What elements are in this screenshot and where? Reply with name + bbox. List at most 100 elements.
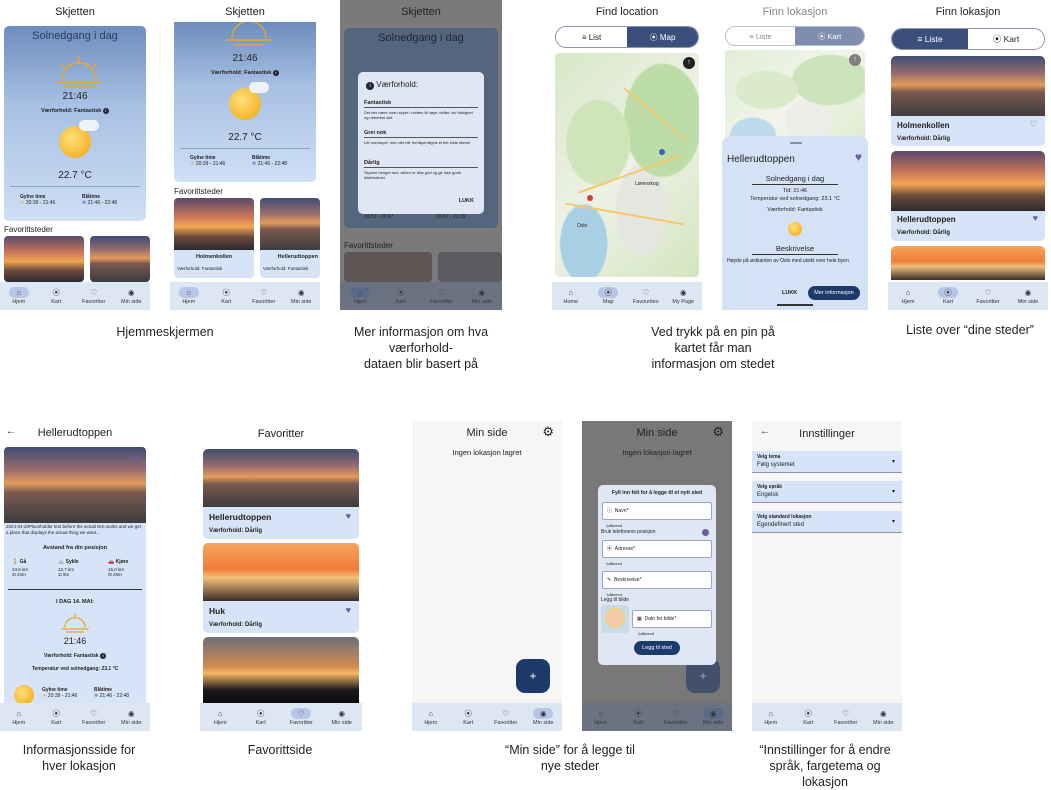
nav-item-favorites[interactable]: ♡ Favoritter (488, 708, 524, 726)
nav-item-favorites[interactable]: ♡ Favoritter (283, 708, 319, 726)
nav-item-mypage[interactable]: ◉ Min side (525, 708, 561, 726)
location-description: 2024-04-20Placeholder text before the ac… (6, 524, 141, 535)
map-view[interactable]: Lørenskog Oslo ↑ (555, 53, 699, 277)
nav-item-mypage[interactable]: ◉ Min side (324, 708, 360, 726)
favorite-item[interactable] (203, 637, 359, 703)
nav-item-favorites[interactable]: ♡ Favoritter (828, 708, 864, 726)
theme-select[interactable]: Velg tema Følg systemet ▾ (752, 451, 902, 473)
drag-handle[interactable] (790, 142, 802, 144)
favorite-card[interactable] (90, 236, 150, 282)
nav-item-home[interactable]: ⌂ Hjem (202, 708, 238, 726)
submit-button[interactable]: Legg til sted (634, 641, 680, 655)
add-location-fab[interactable]: + (516, 659, 550, 693)
favorite-heart-icon[interactable]: ♥ (133, 451, 140, 465)
favorite-heart-icon[interactable]: ♥ (855, 150, 862, 164)
compass-icon[interactable]: ↑ (683, 57, 695, 69)
tab-map[interactable]: ⦿ Kart (968, 29, 1044, 49)
nav-item-home[interactable]: ⌂ Hjem (890, 287, 926, 305)
tab-list[interactable]: ≡ List (556, 27, 627, 47)
info-icon[interactable]: i (102, 108, 109, 114)
nav-item-map[interactable]: ⦿ Kart (383, 287, 419, 305)
nav-item-home[interactable]: ⌂ Hjem (171, 287, 207, 305)
favorite-card[interactable] (4, 236, 84, 282)
gear-icon[interactable]: ⚙ (542, 424, 554, 440)
info-icon[interactable]: i (272, 70, 279, 76)
nav-item-favorites[interactable]: ♡ Favourites (628, 287, 664, 305)
nav-item-home[interactable]: ⌂ Hjem (1, 287, 37, 305)
close-button[interactable]: LUKK (782, 290, 797, 296)
gear-icon[interactable]: ⚙ (712, 424, 724, 440)
description-field[interactable]: ✎ Beskrivelse* (602, 571, 712, 589)
favorite-card[interactable]: Hellerudtoppen Værforhold: Fantastisk (260, 198, 320, 278)
map-view[interactable]: ↑ (725, 50, 865, 150)
nav-item-mypage[interactable]: ◉ Min side (865, 708, 901, 726)
nav-item-mypage[interactable]: ◉ Min side (695, 708, 731, 726)
nav-item-map[interactable]: ⦿ Kart (208, 287, 244, 305)
nav-item-home[interactable]: ⌂ Hjem (413, 708, 449, 726)
golden-hour: Gylne time ☀ 20:39 - 21:46 (190, 155, 226, 167)
close-button[interactable]: LUKK (459, 198, 474, 204)
nav-item-favorites[interactable]: ♡ Favoritter (246, 287, 282, 305)
sunset-card[interactable]: 21:46 Værforhold: Fantastisk i 22.7 °C G… (174, 22, 316, 182)
nav-item-home[interactable]: ⌂ Hjem (583, 708, 619, 726)
name-field[interactable]: ⓘ Navn* (602, 502, 712, 520)
use-phone-position[interactable]: Bruk telefonens posisjon (601, 529, 713, 536)
toggle-dot (702, 529, 709, 536)
nav-item-favorites[interactable]: ♡ Favoritter (970, 287, 1006, 305)
tab-list[interactable]: ≡ Liste (892, 29, 968, 49)
home-icon: ⌂ (568, 288, 574, 297)
nav-item-map[interactable]: ⦿ Kart (790, 708, 826, 726)
tab-list[interactable]: ≡ Liste (726, 27, 795, 45)
favorite-heart-icon[interactable]: ♡ (1030, 119, 1038, 130)
list-item[interactable] (891, 246, 1045, 280)
sunset-card[interactable]: Solnedgang i dag 21:46 Værforhold: Fanta… (4, 26, 146, 221)
compass-icon[interactable]: ↑ (849, 54, 861, 66)
account-icon: ◉ (127, 288, 135, 297)
nav-item-mypage[interactable]: ◉ Min side (1010, 287, 1046, 305)
heart-icon: ♡ (291, 708, 312, 719)
nav-item-mypage[interactable]: ◉ My Page (665, 287, 701, 305)
image-preview[interactable] (601, 605, 629, 633)
nav-item-map[interactable]: ⦿ Kart (38, 287, 74, 305)
nav-item-home[interactable]: ⌂ Home (553, 287, 589, 305)
nav-item-map[interactable]: ⦿ Kart (620, 708, 656, 726)
nav-item-mypage[interactable]: ◉ Min side (283, 287, 319, 305)
map-pin[interactable] (659, 149, 665, 155)
tab-map[interactable]: ⦿ Map (627, 27, 698, 47)
distance-heading: Avstand fra din posisjon (43, 545, 107, 551)
account-icon: ◉ (478, 288, 486, 297)
image-date-field[interactable]: ▦ Dato for bilde* (632, 610, 712, 628)
nav-item-map[interactable]: ⦿ Map (590, 287, 626, 305)
favorite-item[interactable]: Hellerudtoppen ♥ Værforhold: Dårlig (203, 449, 359, 539)
favorite-card[interactable]: Holmenkollen Værforhold: Fantastisk (174, 198, 254, 278)
favorite-heart-icon[interactable]: ♥ (346, 511, 351, 521)
language-select[interactable]: Velg språk Engelsk ▾ (752, 481, 902, 503)
list-item[interactable]: Hellerudtoppen ♥ Værforhold: Dårlig (891, 151, 1045, 241)
add-image-label: Legg til bilde (601, 597, 630, 603)
list-item[interactable]: Holmenkollen ♡ Værforhold: Dårlig (891, 56, 1045, 146)
more-info-button[interactable]: Mer informasjon (808, 286, 860, 300)
nav-item-map[interactable]: ⦿ Kart (243, 708, 279, 726)
address-field[interactable]: ⦿ Adresse* (602, 540, 712, 558)
nav-item-favorites[interactable]: ♡ Favoritter (76, 287, 112, 305)
nav-item-map[interactable]: ⦿ Kart (450, 708, 486, 726)
location-select[interactable]: Velg standard lokasjon Egendefinert sted ▾ (752, 511, 902, 533)
nav-item-mypage[interactable]: ◉ Min side (464, 287, 500, 305)
nav-item-favorites[interactable]: ♡ Favoritter (423, 287, 459, 305)
nav-item-map[interactable]: ⦿ Kart (930, 287, 966, 305)
nav-item-favorites[interactable]: ♡ Favoritter (76, 708, 112, 726)
nav-item-home[interactable]: ⌂ Hjem (1, 708, 37, 726)
info-icon[interactable]: i (100, 653, 107, 659)
nav-item-map[interactable]: ⦿ Kart (38, 708, 74, 726)
nav-item-home[interactable]: ⌂ Hjem (753, 708, 789, 726)
map-pin[interactable] (587, 195, 593, 201)
nav-item-favorites[interactable]: ♡ Favoritter (658, 708, 694, 726)
nav-item-mypage[interactable]: ◉ Min side (113, 708, 149, 726)
nav-item-mypage[interactable]: ◉ Min side (113, 287, 149, 305)
tab-map[interactable]: ⦿ Kart (795, 27, 864, 45)
favorite-item[interactable]: Huk ♥ Værforhold: Dårlig (203, 543, 359, 633)
favorite-heart-icon[interactable]: ♥ (346, 605, 351, 615)
snowflake-icon: ❄ (252, 161, 257, 167)
nav-item-home[interactable]: ⌂ Hjem (342, 287, 378, 305)
favorite-heart-icon[interactable]: ♥ (1033, 213, 1038, 223)
